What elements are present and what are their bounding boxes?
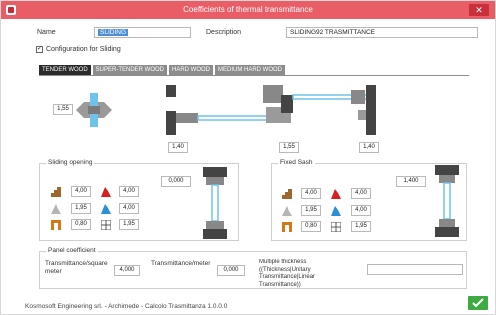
trans-sq-field[interactable]: 4,000 <box>114 265 140 276</box>
tab-hard-wood[interactable]: HARD WOOD <box>169 65 214 75</box>
sliding-value-r2c2[interactable]: 4,00 <box>119 203 139 214</box>
fixed-value-r1c2[interactable]: 4,00 <box>351 188 371 199</box>
frame-section-diagram <box>166 85 376 135</box>
wall-icon <box>282 189 292 199</box>
sliding-value-r1c1[interactable]: 4,00 <box>71 186 91 197</box>
fixed-value-r3c1[interactable]: 0,80 <box>301 221 321 232</box>
title-bar: Coefficients of thermal transmittance ✕ <box>1 1 495 19</box>
sliding-value-r3c1[interactable]: 0,80 <box>71 219 91 230</box>
panel-coefficient-title: Panel coefficient <box>46 247 98 254</box>
red-shape-icon <box>101 187 111 197</box>
left-profile-value[interactable]: 1,55 <box>53 104 73 115</box>
name-value: SLIDING <box>98 29 129 36</box>
trans-sq-label: Transmittance/square meter <box>45 260 108 275</box>
sliding-window-section-diagram <box>203 167 227 239</box>
wood-tabs: TENDER WOOD SUPER-TENDER WOOD HARD WOOD … <box>39 65 286 75</box>
tab-medium-hard-wood[interactable]: MEDIUM HARD WOOD <box>215 65 286 75</box>
grid-icon <box>330 221 342 233</box>
sliding-profile-diagram <box>76 93 112 127</box>
window-title: Coefficients of thermal transmittance <box>183 5 313 14</box>
trans-m-label: Transmittance/meter <box>151 260 211 267</box>
fixed-value-r3c2[interactable]: 1,95 <box>351 221 371 232</box>
description-label: Description <box>206 29 242 36</box>
tab-underline <box>39 75 469 76</box>
multi-thickness-field[interactable] <box>367 264 463 275</box>
fixed-value-r2c1[interactable]: 1,95 <box>301 205 321 216</box>
fixed-glass-value[interactable]: 1,400 <box>396 176 426 187</box>
fixed-sash-title: Fixed Sash <box>278 159 315 166</box>
gray-shape-icon <box>282 206 292 216</box>
name-field[interactable]: SLIDING <box>94 27 191 38</box>
blue-shape-icon <box>331 206 341 216</box>
wall-icon <box>51 187 61 197</box>
sliding-opening-title: Sliding opening <box>46 159 95 166</box>
sliding-value-r2c1[interactable]: 1,95 <box>71 203 91 214</box>
gray-shape-icon <box>51 204 61 214</box>
name-label: Name <box>37 29 56 36</box>
red-shape-icon <box>331 189 341 199</box>
status-text: Kosmosoft Engineering srl. - Archimede -… <box>25 303 228 310</box>
grid-icon <box>100 219 112 231</box>
profile-value-1[interactable]: 1,40 <box>168 142 188 153</box>
close-button[interactable]: ✕ <box>469 4 489 16</box>
multi-thickness-label: Multiple thickness ((Thickness|Unitary T… <box>259 259 316 288</box>
blue-shape-icon <box>101 204 111 214</box>
checkbox-label: Configuration for Sliding <box>46 46 121 53</box>
ok-button[interactable] <box>468 296 488 310</box>
frame-icon <box>51 220 61 230</box>
dialog-window: Coefficients of thermal transmittance ✕ … <box>0 0 496 315</box>
frame-icon <box>282 222 292 232</box>
check-icon <box>472 298 484 308</box>
profile-value-3[interactable]: 1,40 <box>359 142 379 153</box>
tab-tender-wood[interactable]: TENDER WOOD <box>39 65 91 75</box>
sliding-value-r1c2[interactable]: 4,00 <box>119 186 139 197</box>
fixed-value-r2c2[interactable]: 4,00 <box>351 205 371 216</box>
sliding-value-r3c2[interactable]: 1,95 <box>119 219 139 230</box>
profile-value-2[interactable]: 1,55 <box>279 142 299 153</box>
description-field[interactable]: SLIDING92 TRASMITTANCE <box>286 27 478 38</box>
sliding-glass-value[interactable]: 0,000 <box>161 176 191 187</box>
fixed-value-r1c1[interactable]: 4,00 <box>301 188 321 199</box>
trans-m-field[interactable]: 0,000 <box>217 265 245 276</box>
tab-super-tender-wood[interactable]: SUPER-TENDER WOOD <box>92 65 168 75</box>
fixed-sash-section-diagram <box>435 165 459 237</box>
configuration-checkbox[interactable]: ✓ <box>36 46 43 53</box>
